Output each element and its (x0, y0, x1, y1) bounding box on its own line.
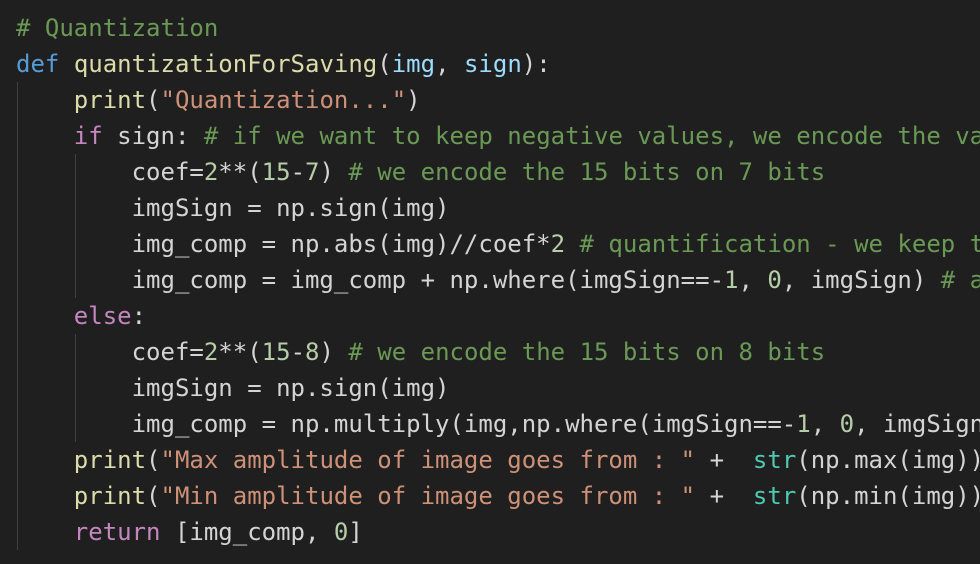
code-token-comment: # if we want to keep negative values, we… (203, 122, 980, 150)
code-token-plain: ( (146, 86, 161, 114)
code-token-keyword: if (73, 122, 103, 150)
code-token-plain: ) (406, 86, 421, 114)
code-token-number: 2 (203, 158, 219, 186)
code-token-plain: , (435, 50, 464, 78)
code-token-plain: ) (319, 338, 349, 366)
code-line-11: imgSign = np.sign(img) (16, 370, 450, 406)
code-line-4: if sign: # if we want to keep negative v… (16, 118, 980, 154)
code-token-plain: img_comp = np.multiply(img,np.where(imgS… (16, 410, 797, 438)
code-line-15: return [img_comp, 0] (16, 514, 363, 550)
code-token-number: 8 (305, 338, 320, 366)
code-token-keyword: else (73, 302, 132, 330)
code-token-plain: imgSign = np.sign(img) (16, 374, 450, 402)
code-line-10: coef=2**(15-8) # we encode the 15 bits o… (16, 334, 826, 370)
code-token-comment: # we encode the 15 bits on 7 bits (348, 158, 826, 186)
code-token-param: img (391, 50, 436, 78)
code-token-number: 7 (305, 158, 320, 186)
code-token-number: 2 (203, 338, 219, 366)
code-token-number: 15 (261, 338, 291, 366)
code-token-number: 0 (839, 410, 855, 438)
code-line-12: img_comp = np.multiply(img,np.where(imgS… (16, 406, 980, 442)
code-token-plain: + (695, 482, 753, 510)
code-line-1: # Quantization (16, 10, 218, 46)
code-token-number: 1 (724, 266, 739, 294)
code-token-builtin: str (752, 446, 797, 474)
code-token-param: sign (463, 50, 522, 78)
code-token-plain: coef= (16, 158, 204, 186)
code-token-plain: img_comp = np.abs(img)//coef* (16, 230, 551, 258)
code-token-plain: imgSign = np.sign(img) (16, 194, 450, 222)
code-token-plain: **( (218, 338, 262, 366)
code-token-keyword: return (73, 518, 161, 546)
code-token-plain: (np.max(img)) (796, 446, 980, 474)
code-token-plain: + (695, 446, 753, 474)
code-token-plain: - (290, 158, 306, 186)
code-token-plain: sign: (102, 122, 204, 150)
code-token-plain: , (810, 410, 840, 438)
code-token-number: 2 (550, 230, 566, 258)
code-token-number: 0 (767, 266, 782, 294)
code-line-14: print("Min amplitude of image goes from … (16, 478, 980, 514)
code-line-7: img_comp = np.abs(img)//coef*2 # quantif… (16, 226, 980, 262)
code-token-func: print (73, 446, 147, 474)
code-line-13: print("Max amplitude of image goes from … (16, 442, 980, 478)
code-token-string: "Quantization..." (160, 86, 407, 114)
code-token-comment: # Quantization (16, 14, 219, 42)
code-line-9: else: (16, 298, 146, 334)
code-token-string: "Max amplitude of image goes from : " (160, 446, 696, 474)
code-token-number: 1 (796, 410, 811, 438)
code-token-comment: # a (940, 266, 980, 294)
code-line-8: img_comp = img_comp + np.where(imgSign==… (16, 262, 980, 298)
code-editor[interactable]: # Quantization def quantizationForSaving(… (0, 0, 980, 564)
code-token-plain: , imgSign (854, 410, 980, 438)
code-token-plain: ( (146, 482, 161, 510)
code-token-builtin: str (752, 482, 797, 510)
code-token-func: print (73, 482, 147, 510)
code-token-plain: : (131, 302, 147, 330)
code-token-plain: ) (319, 158, 349, 186)
code-token-plain: , (738, 266, 768, 294)
code-token-comment: # quantification - we keep t (579, 230, 980, 258)
code-token-comment: # we encode the 15 bits on 8 bits (348, 338, 826, 366)
code-token-plain: **( (218, 158, 262, 186)
code-line-3: print("Quantization...") (16, 82, 421, 118)
code-token-number: 15 (261, 158, 291, 186)
code-token-func: quantizationForSaving (73, 50, 378, 78)
code-token-number: 0 (333, 518, 349, 546)
code-token-plain: ] (348, 518, 363, 546)
code-token-plain: [img_comp, (160, 518, 334, 546)
code-token-plain: coef= (16, 338, 204, 366)
code-token-plain: ( (377, 50, 392, 78)
code-token-string: "Min amplitude of image goes from : " (160, 482, 696, 510)
code-token-plain: img_comp = img_comp + np.where(imgSign==… (16, 266, 725, 294)
code-token-plain: , imgSign) (781, 266, 941, 294)
code-line-5: coef=2**(15-7) # we encode the 15 bits o… (16, 154, 826, 190)
code-token-func: print (73, 86, 147, 114)
code-token-decl: def (16, 50, 60, 78)
code-token-plain: ): (521, 50, 551, 78)
code-line-6: imgSign = np.sign(img) (16, 190, 450, 226)
code-token-plain: ( (146, 446, 161, 474)
code-line-2: def quantizationForSaving(img, sign): (16, 46, 551, 82)
code-token-plain: (np.min(img)) (796, 482, 980, 510)
code-token-plain: - (290, 338, 306, 366)
